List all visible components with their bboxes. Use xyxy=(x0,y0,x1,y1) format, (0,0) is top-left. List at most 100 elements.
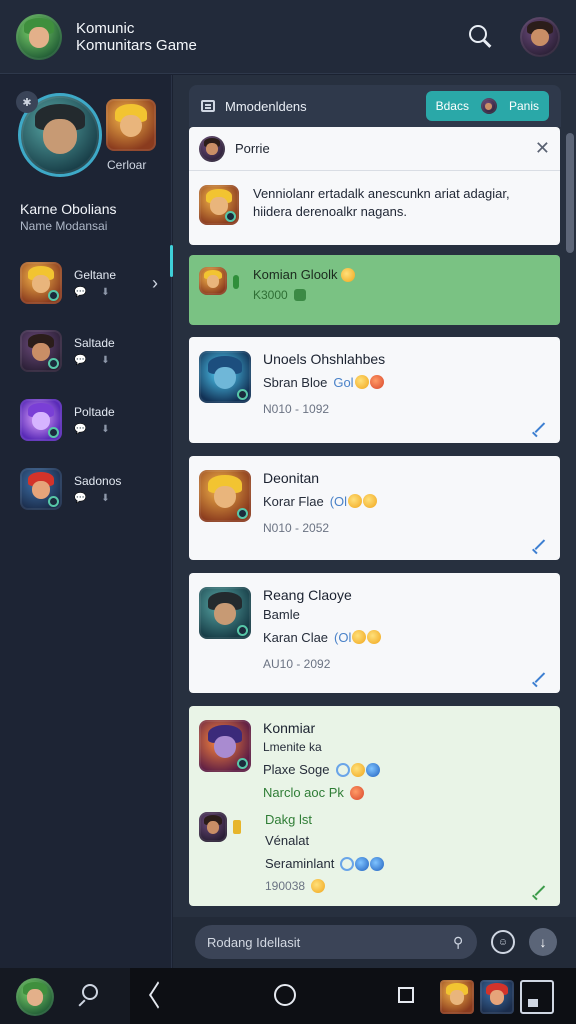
quick-bar xyxy=(0,968,130,1024)
message-bubble[interactable]: Unoels Ohshlahbes Sbran Bloe Gol N010 - … xyxy=(189,337,560,443)
contact-avatar xyxy=(20,330,62,372)
message-time: N010 - 2052 xyxy=(263,521,330,535)
emoji-icon xyxy=(348,494,363,508)
contact-status-icons: 💬 ⬇ xyxy=(74,424,116,435)
message-title: Reang Claoye xyxy=(263,587,352,603)
message-avatar xyxy=(199,470,251,522)
cactus-icon xyxy=(233,275,239,289)
chat-tabs: Bdacs Panis xyxy=(425,91,549,121)
double-check-icon xyxy=(532,886,548,896)
emoji-button[interactable]: ☺ xyxy=(491,930,515,954)
reply-avatar xyxy=(199,812,227,842)
app-title-line1: Komunic xyxy=(76,19,135,37)
emoji-icon xyxy=(370,856,385,871)
search-icon[interactable] xyxy=(78,984,98,1004)
double-check-icon xyxy=(532,540,548,550)
message-line-2: Bamle xyxy=(263,607,300,622)
emoji-icon xyxy=(352,630,367,644)
contact-item[interactable]: Saltade 💬 ⬇ xyxy=(20,329,170,373)
pin-icon[interactable]: ✱ xyxy=(16,91,38,113)
emoji-icon xyxy=(354,375,369,389)
attach-icon[interactable]: ⚲ xyxy=(453,934,463,951)
message-bubble[interactable]: Deonitan Korar Flae (Ol N010 - 2052 xyxy=(189,456,560,560)
message-time: N010 - 1092 xyxy=(263,402,330,416)
app-logo-small[interactable] xyxy=(16,978,54,1016)
emoji-icon xyxy=(335,762,350,777)
message-bubble-green[interactable]: Komian Gloolk K3000 xyxy=(189,255,560,325)
trophy-icon xyxy=(233,820,241,834)
tray-app-icon[interactable] xyxy=(480,980,514,1014)
home-nav-icon[interactable] xyxy=(274,984,296,1006)
message-title: Konmiar xyxy=(263,720,316,736)
contact-status-icons: 💬 ⬇ xyxy=(74,287,116,298)
message-green-line: Narclo aoc Pk xyxy=(263,785,344,800)
quoted-name: Porrie xyxy=(235,141,270,156)
tray-app-icon[interactable] xyxy=(440,980,474,1014)
search-icon[interactable] xyxy=(468,24,494,50)
app-tray xyxy=(440,980,554,1014)
quoted-avatar xyxy=(199,135,225,162)
contact-name: Saltade xyxy=(74,336,115,350)
contact-name: Sadonos xyxy=(74,474,122,488)
profile-card[interactable]: ✱ xyxy=(16,91,102,177)
contact-status-icons: 💬 ⬇ xyxy=(74,493,116,504)
scrollbar-thumb[interactable] xyxy=(566,133,574,253)
reply-name: Dakg lst xyxy=(265,812,312,827)
message-avatar xyxy=(199,720,251,772)
emoji-icon xyxy=(367,630,382,644)
message-avatar xyxy=(199,351,251,403)
send-button[interactable]: ↓ xyxy=(529,928,557,956)
profile-side-avatar[interactable] xyxy=(106,99,156,151)
message-title: Unoels Ohshlahbes xyxy=(263,351,386,367)
gift-icon xyxy=(293,289,306,301)
contact-name: Poltade xyxy=(74,405,115,419)
message-time: 190038 xyxy=(265,879,306,893)
message-bubble-mint[interactable]: Konmiar Lmenite ka Plaxe Soge Narclo aoc… xyxy=(189,706,560,906)
back-nav-icon[interactable] xyxy=(148,985,166,1005)
reply-sub: Vénalat xyxy=(265,833,310,848)
contact-item[interactable]: Sadonos 💬 ⬇ xyxy=(20,467,170,511)
message-composer: ⚲ ☺ ↓ xyxy=(173,917,576,968)
tab-avatar xyxy=(480,98,497,114)
message-tag: (Ol xyxy=(334,630,352,645)
user-avatar[interactable] xyxy=(520,16,560,57)
contacts-sidebar: ✱ Cerloar Karne Obolians Name Modansai G… xyxy=(0,75,173,968)
message-line: Sbran Bloe xyxy=(263,375,328,390)
message-avatar xyxy=(199,267,227,295)
contact-item[interactable]: Poltade 💬 ⬇ xyxy=(20,398,170,442)
cast-icon[interactable] xyxy=(520,980,554,1014)
emoji-icon xyxy=(311,879,326,893)
tab-panis[interactable]: Panis xyxy=(509,99,539,113)
message-avatar xyxy=(199,587,251,639)
emoji-icon xyxy=(340,856,355,871)
tab-bdacs[interactable]: Bdacs xyxy=(436,99,469,113)
emoji-icon xyxy=(369,375,384,389)
contact-avatar xyxy=(20,468,62,510)
chat-header: Mmodenldens Bdacs Panis xyxy=(189,85,561,127)
message-tag: (Ol xyxy=(329,494,348,509)
quoted-body-avatar xyxy=(199,185,239,225)
double-check-icon xyxy=(532,673,548,683)
close-icon[interactable]: ✕ xyxy=(535,138,550,159)
contact-item[interactable]: Geltane 💬 ⬇ › xyxy=(20,261,170,305)
app-logo[interactable] xyxy=(16,13,62,60)
emoji-icon xyxy=(365,762,380,777)
message-line: Plaxe Soge xyxy=(263,762,330,777)
emoji-icon xyxy=(350,762,365,777)
message-line: Karan Clae xyxy=(263,630,329,645)
reply-line: Seraminlant xyxy=(265,856,335,871)
recents-nav-icon[interactable] xyxy=(398,987,414,1003)
emoji-icon xyxy=(349,785,364,800)
chat-title: Mmodenldens xyxy=(225,98,307,114)
emoji-icon xyxy=(341,267,356,282)
message-sub: K3000 xyxy=(253,288,288,302)
quoted-message-card: Porrie ✕ Venniolanr ertadalk anescunkn a… xyxy=(189,127,560,245)
message-line: Korar Flae xyxy=(263,494,324,509)
chevron-right-icon[interactable]: › xyxy=(152,273,158,294)
quoted-text-line2: hiidera derenoalkr nagans. xyxy=(253,204,407,219)
message-bubble[interactable]: Reang Claoye Bamle Karan Clae (Ol AU10 -… xyxy=(189,573,560,693)
top-app-bar: Komunic Komunitars Game xyxy=(0,0,576,74)
list-icon[interactable] xyxy=(201,100,215,112)
profile-side-label: Cerloar xyxy=(107,158,147,172)
message-input[interactable] xyxy=(195,925,477,959)
